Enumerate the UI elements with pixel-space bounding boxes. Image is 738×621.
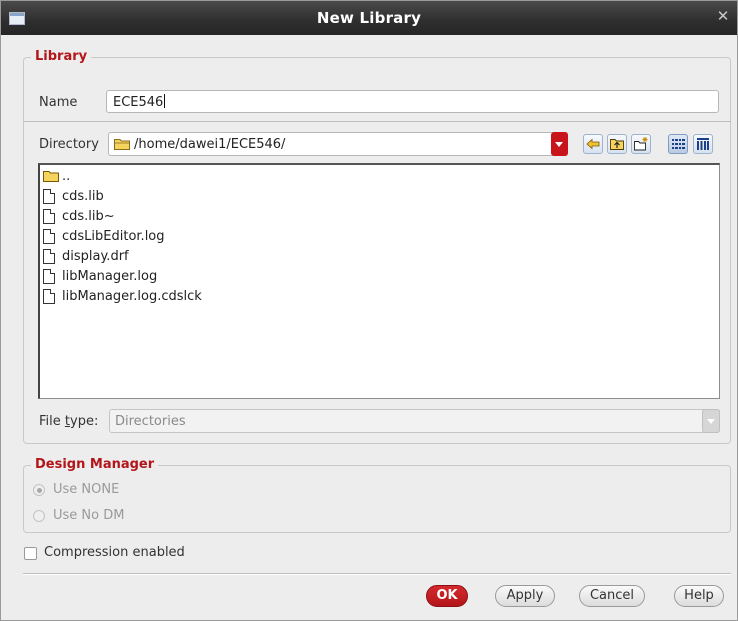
ok-button[interactable]: OK xyxy=(426,585,468,607)
list-view-icon xyxy=(672,139,685,149)
name-label: Name xyxy=(39,95,78,110)
button-divider-highlight xyxy=(23,574,731,575)
back-button[interactable] xyxy=(583,134,603,154)
up-folder-icon xyxy=(610,139,624,150)
compression-checkbox[interactable] xyxy=(24,547,37,560)
title-bar[interactable]: New Library ✕ xyxy=(1,1,737,35)
file-type-select: Directories xyxy=(109,409,720,433)
cancel-button[interactable]: Cancel xyxy=(579,585,645,607)
new-library-dialog: New Library ✕ Library Name ECE546 Direct… xyxy=(0,0,738,621)
name-input[interactable]: ECE546 xyxy=(106,90,719,113)
close-icon[interactable]: ✕ xyxy=(715,7,731,27)
file-type-label: File type: xyxy=(39,414,98,429)
file-type-label-post: ype: xyxy=(70,414,99,429)
directory-path: /home/dawei1/ECE546/ xyxy=(134,137,286,152)
up-folder-button[interactable] xyxy=(607,134,627,154)
back-arrow-icon xyxy=(586,138,600,150)
file-name: libManager.log.cdslck xyxy=(62,289,202,304)
design-manager-group xyxy=(23,465,731,533)
list-view-button[interactable] xyxy=(668,134,688,154)
directory-dropdown-button[interactable] xyxy=(551,132,568,156)
use-none-radio xyxy=(33,484,45,496)
file-icon xyxy=(43,249,55,264)
directory-label: Directory xyxy=(39,137,99,152)
help-button[interactable]: Help xyxy=(674,585,724,607)
file-icon xyxy=(43,269,55,284)
apply-button[interactable]: Apply xyxy=(495,585,555,607)
use-no-dm-label: Use No DM xyxy=(53,508,125,523)
detail-view-button[interactable] xyxy=(693,134,713,154)
name-input-value: ECE546 xyxy=(113,95,164,110)
file-name: cdsLibEditor.log xyxy=(62,229,165,244)
file-type-dropdown-button xyxy=(702,409,720,433)
directory-combo[interactable]: /home/dawei1/ECE546/ xyxy=(108,132,568,156)
file-type-value: Directories xyxy=(115,414,186,429)
new-folder-icon xyxy=(634,137,648,151)
window-title: New Library xyxy=(316,9,422,27)
file-name: cds.lib~ xyxy=(62,209,115,224)
file-name: .. xyxy=(62,169,71,184)
text-caret xyxy=(164,94,166,108)
compression-label: Compression enabled xyxy=(44,545,185,560)
file-icon xyxy=(43,189,55,204)
file-icon xyxy=(43,209,55,224)
file-type-label-pre: File xyxy=(39,414,65,429)
file-icon xyxy=(43,289,55,304)
use-none-label: Use NONE xyxy=(53,482,120,497)
detail-view-icon xyxy=(697,138,709,150)
file-list[interactable]: .. cds.lib cds.lib~ cdsLibEditor.log dis… xyxy=(38,163,720,399)
file-name: display.drf xyxy=(62,249,129,264)
design-manager-legend: Design Manager xyxy=(31,457,159,472)
library-divider xyxy=(23,121,731,122)
library-legend: Library xyxy=(31,49,92,64)
file-name: cds.lib xyxy=(62,189,104,204)
use-no-dm-radio xyxy=(33,510,45,522)
new-folder-button[interactable] xyxy=(631,134,651,154)
folder-icon xyxy=(114,139,130,150)
file-icon xyxy=(43,229,55,244)
file-name: libManager.log xyxy=(62,269,158,284)
folder-icon xyxy=(43,171,59,182)
